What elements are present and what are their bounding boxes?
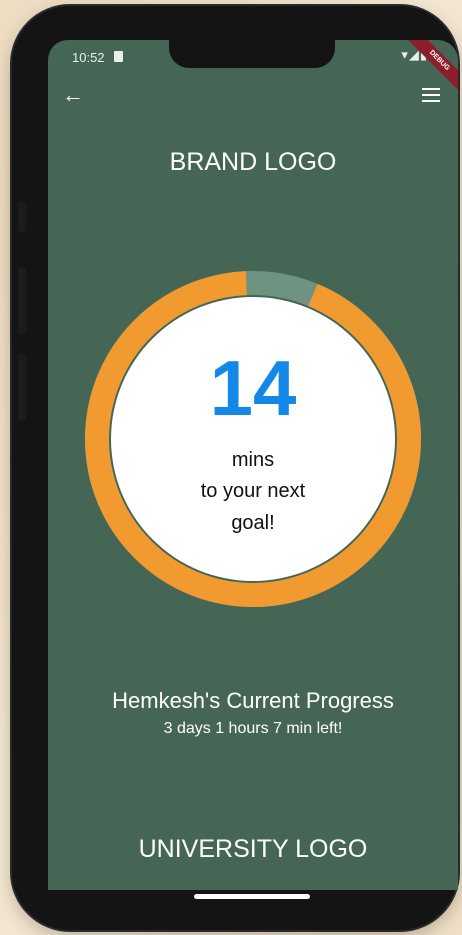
sd-card-icon <box>114 51 123 62</box>
home-indicator[interactable] <box>194 894 310 899</box>
hamburger-menu-icon[interactable] <box>422 88 440 102</box>
minutes-unit-label: mins <box>231 449 275 471</box>
camera-notch <box>169 40 335 68</box>
progress-title: Hemkesh's Current Progress <box>112 688 394 713</box>
status-time: 10:52 <box>72 50 105 65</box>
ring-center <box>111 297 395 581</box>
volume-down-button <box>18 354 26 420</box>
minutes-value: 14 <box>209 344 297 432</box>
goal-caption-line: to your next <box>200 480 306 502</box>
brand-logo: BRAND LOGO <box>169 148 337 176</box>
goal-caption-line-end: goal! <box>231 512 275 534</box>
app-screen: 10:52 ▾◢▮ DEBUG ← BRAND LOGO 14 mins to … <box>48 40 458 890</box>
volume-up-button <box>18 268 26 334</box>
time-left-text: 3 days 1 hours 7 min left! <box>163 720 343 737</box>
phone-frame: 10:52 ▾◢▮ DEBUG ← BRAND LOGO 14 mins to … <box>12 6 458 930</box>
mute-switch <box>18 202 26 232</box>
back-arrow-icon[interactable]: ← <box>62 84 84 106</box>
goal-progress-ring <box>85 271 421 607</box>
university-logo: UNIVERSITY LOGO <box>138 835 368 863</box>
